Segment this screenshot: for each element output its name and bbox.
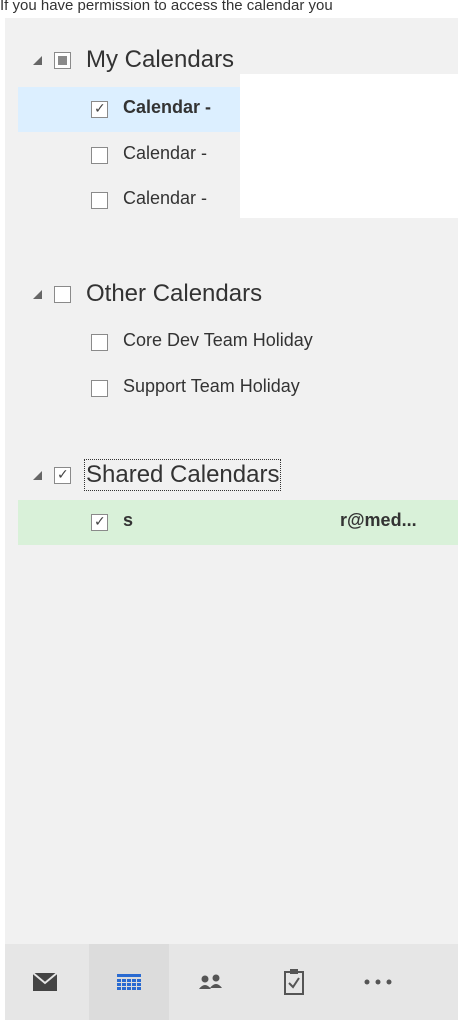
more-icon (364, 979, 392, 985)
calendar-checkbox[interactable] (91, 380, 108, 397)
group-label-other-calendars: Other Calendars (86, 280, 263, 307)
truncated-description-text: If you have permission to access the cal… (0, 0, 333, 14)
group-other-calendars[interactable]: Other Calendars (5, 274, 458, 314)
calendar-item-label-left: s (123, 510, 134, 530)
calendar-item-label: Calendar - (123, 188, 208, 208)
calendar-folder-pane: My Calendars ✓ Calendar - Calendar - Cal… (5, 18, 458, 1020)
calendar-checkbox[interactable] (91, 334, 108, 351)
calendar-item-label: Calendar - (123, 97, 212, 117)
group-label-my-calendars: My Calendars (86, 46, 235, 73)
nav-more-button[interactable] (338, 944, 418, 1020)
calendar-item-support[interactable]: Support Team Holiday (18, 366, 458, 411)
redaction-block (240, 74, 458, 218)
group-checkbox[interactable]: ✓ (54, 467, 71, 484)
check-icon: ✓ (94, 101, 106, 117)
calendar-item-core-dev[interactable]: Core Dev Team Holiday (18, 320, 458, 365)
nav-people-button[interactable] (171, 944, 251, 1020)
expand-triangle-icon[interactable] (33, 471, 42, 480)
calendar-item-label: Support Team Holiday (123, 376, 300, 396)
group-shared-calendars[interactable]: ✓ Shared Calendars (5, 455, 458, 495)
expand-triangle-icon[interactable] (33, 56, 42, 65)
calendar-item-label-right: r@med... (340, 510, 417, 530)
nav-tasks-button[interactable] (254, 944, 334, 1020)
check-icon: ✓ (57, 467, 69, 483)
calendar-icon (117, 974, 141, 990)
calendar-item-label: Core Dev Team Holiday (123, 330, 313, 350)
nav-calendar-button[interactable] (89, 944, 169, 1020)
nav-mail-button[interactable] (5, 944, 85, 1020)
group-label-shared-calendars: Shared Calendars (83, 459, 282, 491)
bottom-navigation-bar (5, 944, 458, 1020)
mail-icon (33, 973, 57, 991)
check-icon: ✓ (94, 514, 106, 530)
partial-check-fill (58, 56, 67, 65)
calendar-item-label: Calendar - (123, 143, 208, 163)
tasks-icon (284, 969, 304, 995)
expand-triangle-icon[interactable] (33, 290, 42, 299)
calendar-checkbox[interactable] (91, 147, 108, 164)
calendar-checkbox[interactable] (91, 192, 108, 209)
group-partial-checkbox[interactable] (54, 52, 71, 69)
calendar-checkbox[interactable]: ✓ (91, 514, 108, 531)
people-icon (199, 974, 222, 989)
calendar-checkbox[interactable]: ✓ (91, 101, 108, 118)
calendar-item-shared[interactable]: ✓ s r@med... (18, 500, 458, 545)
group-checkbox[interactable] (54, 286, 71, 303)
